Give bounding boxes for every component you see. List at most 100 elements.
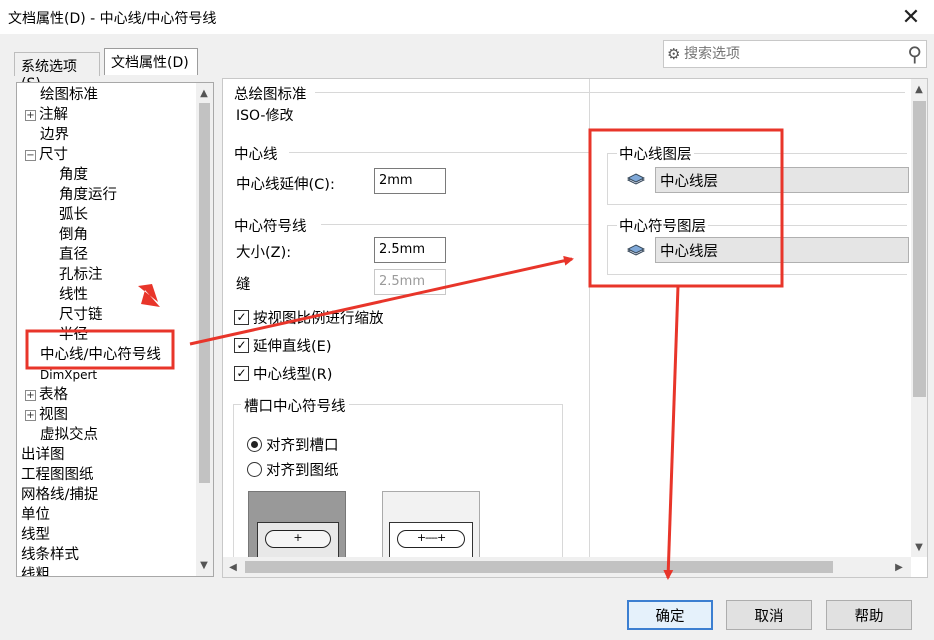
help-button[interactable]: 帮助 — [826, 600, 912, 630]
tree-item[interactable]: 单位 — [21, 505, 50, 525]
content-hscroll-thumb[interactable] — [245, 561, 833, 573]
tree-item-label: 注解 — [39, 107, 68, 123]
tree-item[interactable]: + 注解 — [25, 105, 68, 125]
tree-item-label: 半径 — [59, 327, 88, 343]
tab-system-options[interactable]: 系统选项(S) — [14, 52, 100, 92]
scroll-right-icon[interactable]: ▶ — [891, 559, 907, 575]
checkbox-checked-icon: ✓ — [234, 338, 249, 353]
tree-item[interactable]: 边界 — [40, 125, 69, 145]
cancel-button[interactable]: 取消 — [726, 600, 812, 630]
tree-item[interactable]: 线型 — [21, 525, 50, 545]
tree-item-label: 弧长 — [59, 207, 88, 223]
scroll-up-icon[interactable]: ▲ — [911, 81, 927, 97]
scroll-down-icon[interactable]: ▼ — [911, 539, 927, 555]
layers-icon — [627, 173, 645, 185]
tree-item-label: DimXpert — [40, 368, 98, 382]
expand-icon[interactable]: + — [25, 390, 36, 401]
tree-item-label: 中心线/中心符号线 — [40, 347, 161, 363]
tree-item-label: 直径 — [59, 247, 88, 263]
radio-align-sheet[interactable]: 对齐到图纸 — [247, 459, 339, 480]
tree-item[interactable]: 出详图 — [21, 445, 65, 465]
centermark-gap-field[interactable]: 2.5mm — [374, 269, 446, 295]
centermark-layer-title: 中心符号图层 — [617, 215, 708, 236]
tree-item[interactable]: DimXpert — [40, 365, 97, 385]
tab-document-properties[interactable]: 文档属性(D) — [104, 48, 198, 75]
tree-item[interactable]: − 尺寸 — [25, 145, 68, 165]
radio-align-slot-label: 对齐到槽口 — [266, 438, 339, 454]
checkbox-checked-icon: ✓ — [234, 310, 249, 325]
centerline-layer-title: 中心线图层 — [617, 143, 694, 164]
tree-item-label: 角度运行 — [59, 187, 117, 203]
tree-item-label: 边界 — [40, 127, 69, 143]
tree-item[interactable]: 角度 — [59, 165, 88, 185]
centerline-type-label: 中心线型(R) — [253, 367, 333, 383]
gear-icon[interactable]: ⚙ — [667, 45, 680, 63]
expand-icon[interactable]: + — [25, 110, 36, 121]
radio-unselected-icon — [247, 462, 262, 477]
content-hscrollbar[interactable]: ◀ ▶ — [223, 557, 911, 577]
tree-item[interactable]: 绘图标准 — [40, 85, 98, 105]
tree-item[interactable]: 孔标注 — [59, 265, 103, 285]
tree-item[interactable]: 尺寸链 — [59, 305, 103, 325]
slot-group-title: 槽口中心符号线 — [241, 395, 349, 416]
overall-standard-value: ISO-修改 — [236, 108, 294, 124]
search-input[interactable] — [684, 44, 884, 64]
tree-item-label: 角度 — [59, 167, 88, 183]
tree-item[interactable]: 线粗 — [21, 565, 50, 577]
tree-item[interactable]: 角度运行 — [59, 185, 117, 205]
tree-item[interactable]: 半径 — [59, 325, 88, 345]
centerline-layer-select[interactable]: 中心线层 — [655, 167, 909, 193]
centerline-extension-label: 中心线延伸(C): — [236, 177, 335, 193]
search-icon[interactable]: ⚲ — [907, 42, 922, 66]
centermark-size-field[interactable]: 2.5mm — [374, 237, 446, 263]
scroll-down-icon[interactable]: ▼ — [196, 557, 212, 573]
tree-item-label: 线粗 — [21, 567, 50, 577]
scroll-left-icon[interactable]: ◀ — [225, 559, 241, 575]
tree-item-label: 线型 — [21, 527, 50, 543]
centerline-type-checkbox[interactable]: ✓ 中心线型(R) — [234, 363, 332, 384]
tree-item[interactable]: 直径 — [59, 245, 88, 265]
content-vscroll-thumb[interactable] — [913, 101, 926, 397]
tree-item[interactable]: 线条样式 — [21, 545, 79, 565]
scroll-up-icon[interactable]: ▲ — [196, 85, 212, 101]
radio-selected-icon — [247, 437, 262, 452]
tree-scrollbar[interactable]: ▲ ▼ — [196, 83, 213, 576]
centermark-gap-label: 缝 — [236, 277, 251, 293]
tree-item[interactable]: 工程图图纸 — [21, 465, 94, 485]
scale-by-view-checkbox[interactable]: ✓ 按视图比例进行缩放 — [234, 307, 401, 328]
tree-item[interactable]: + 视图 — [25, 405, 68, 425]
tree-item[interactable]: 倒角 — [59, 225, 88, 245]
close-icon[interactable]: ✕ — [888, 0, 934, 34]
tree-item[interactable]: 网格线/捕捉 — [21, 485, 98, 505]
centermark-layer-select[interactable]: 中心线层 — [655, 237, 909, 263]
slot-dashed-icon: +----+ — [397, 530, 465, 548]
tree-item-label: 倒角 — [59, 227, 88, 243]
tree-item[interactable]: 中心线/中心符号线 — [40, 345, 161, 365]
tree-item-label: 视图 — [39, 407, 68, 423]
collapse-icon[interactable]: − — [25, 150, 36, 161]
tree-item[interactable]: 弧长 — [59, 205, 88, 225]
tree-item-label: 绘图标准 — [40, 87, 98, 103]
settings-panel: 总绘图标准 ISO-修改 中心线 中心线延伸(C): 2mm 中心符号线 大小(… — [222, 78, 928, 578]
tree-scroll-thumb[interactable] — [199, 103, 210, 483]
radio-align-sheet-label: 对齐到图纸 — [266, 463, 339, 479]
tree-item-label: 尺寸链 — [59, 307, 103, 323]
window-title: 文档属性(D) - 中心线/中心符号线 — [8, 11, 217, 27]
tree-item-label: 虚拟交点 — [40, 427, 98, 443]
title-bar: 文档属性(D) - 中心线/中心符号线 ✕ — [0, 0, 934, 34]
overall-standard-title: 总绘图标准 — [234, 87, 307, 103]
extend-lines-checkbox[interactable]: ✓ 延伸直线(E) — [234, 335, 331, 356]
tree-item-label: 工程图图纸 — [21, 467, 94, 483]
tree-item[interactable]: 线性 — [59, 285, 88, 305]
radio-align-slot[interactable]: 对齐到槽口 — [247, 434, 339, 455]
centerline-extension-field[interactable]: 2mm — [374, 168, 446, 194]
content-vscrollbar[interactable]: ▲ ▼ — [911, 79, 927, 557]
expand-icon[interactable]: + — [25, 410, 36, 421]
tree-item[interactable]: + 表格 — [25, 385, 68, 405]
ok-button[interactable]: 确定 — [627, 600, 713, 630]
slot-icon: + — [265, 530, 331, 548]
tree-item-label: 出详图 — [21, 447, 65, 463]
divider — [289, 152, 589, 153]
tree-item[interactable]: 虚拟交点 — [40, 425, 98, 445]
divider — [589, 79, 590, 559]
